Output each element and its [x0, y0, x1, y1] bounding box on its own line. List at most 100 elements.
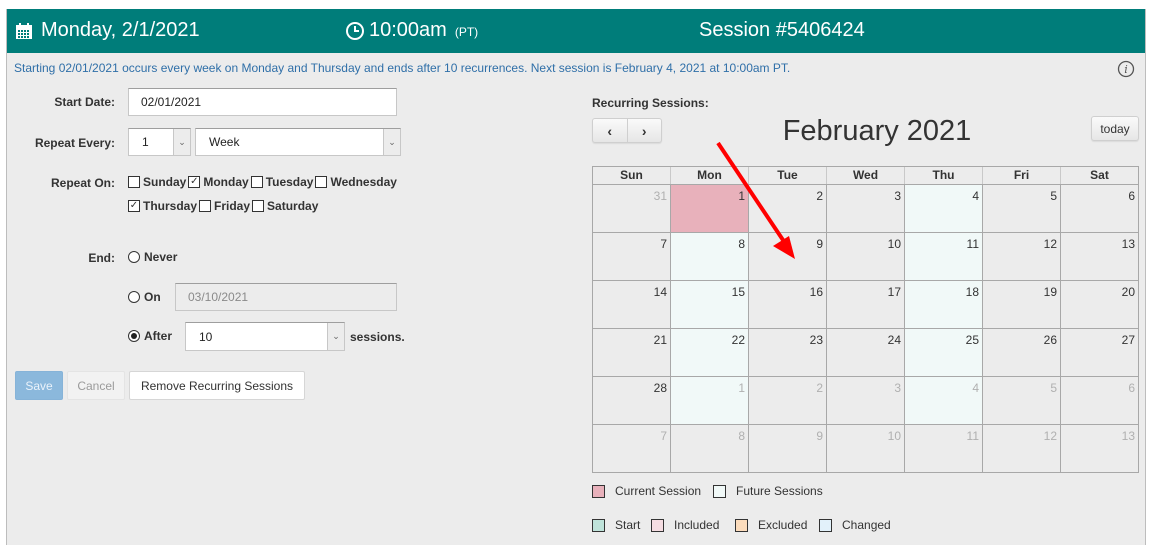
calendar-weeks: 31 1 2 3 4 5 6 7 8 9 10 11 12 13 14 15 16 17 18 19 20 21 22 23 2…: [593, 184, 1138, 472]
calendar-day[interactable]: 17: [826, 281, 904, 328]
weekday-header: Wed: [826, 167, 904, 184]
legend-label: Excluded: [758, 518, 808, 532]
calendar-day[interactable]: 19: [982, 281, 1060, 328]
calendar-day[interactable]: 10: [826, 233, 904, 280]
calendar-day[interactable]: 6: [1060, 185, 1138, 232]
repeat-on-row-2: ✓ Thursday Friday Saturday: [128, 199, 320, 213]
calendar-day-current-session[interactable]: 1: [670, 185, 748, 232]
checkbox-saturday[interactable]: Saturday: [252, 199, 318, 213]
legend-swatch: [713, 484, 726, 498]
calendar-day-future-session[interactable]: 1: [670, 377, 748, 424]
calendar-day[interactable]: 16: [748, 281, 826, 328]
calendar-day[interactable]: 31: [593, 185, 670, 232]
calendar-day[interactable]: 23: [748, 329, 826, 376]
calendar-day[interactable]: 9: [748, 425, 826, 472]
calendar-day[interactable]: 20: [1060, 281, 1138, 328]
calendar-day[interactable]: 8: [670, 425, 748, 472]
weekday-header: Mon: [670, 167, 748, 184]
end-after-count-select[interactable]: 10 ⌄: [185, 322, 345, 351]
checkbox-friday[interactable]: Friday: [199, 199, 250, 213]
calendar-day-future-session[interactable]: 4: [904, 377, 982, 424]
checkbox-label: Saturday: [267, 199, 319, 213]
calendar-day-future-session[interactable]: 25: [904, 329, 982, 376]
checkbox-checked-icon[interactable]: ✓: [188, 176, 201, 188]
legend-item-future-sessions: Future Sessions: [713, 484, 823, 498]
checkbox-monday[interactable]: ✓ Monday: [188, 175, 249, 189]
chevron-down-icon: ⌄: [173, 129, 190, 155]
checkbox-unchecked-icon[interactable]: [199, 200, 212, 212]
end-never-radio[interactable]: Never: [128, 250, 177, 264]
calendar-day-future-session[interactable]: 22: [670, 329, 748, 376]
calendar-day[interactable]: 13: [1060, 233, 1138, 280]
calendar-day[interactable]: 12: [982, 425, 1060, 472]
legend-item-current-session: Current Session: [592, 484, 701, 498]
start-date-label: Start Date:: [54, 95, 115, 109]
calendar-day[interactable]: 5: [982, 185, 1060, 232]
calendar-day[interactable]: 26: [982, 329, 1060, 376]
start-date-input[interactable]: 02/01/2021: [128, 88, 397, 116]
weekday-header: Thu: [904, 167, 982, 184]
prev-month-button[interactable]: ‹: [593, 119, 627, 142]
calendar-week-row: 7 8 9 10 11 12 13: [593, 424, 1138, 472]
end-after-radio[interactable]: After: [128, 329, 172, 343]
calendar-day[interactable]: 7: [593, 425, 670, 472]
calendar-day[interactable]: 27: [1060, 329, 1138, 376]
calendar-day[interactable]: 5: [982, 377, 1060, 424]
legend-swatch: [592, 518, 605, 532]
save-button[interactable]: Save: [15, 371, 63, 400]
session-date-text: Monday, 2/1/2021: [41, 19, 200, 41]
calendar-day[interactable]: 10: [826, 425, 904, 472]
calendar-day[interactable]: 21: [593, 329, 670, 376]
checkbox-tuesday[interactable]: Tuesday: [250, 175, 313, 189]
checkbox-unchecked-icon[interactable]: [252, 200, 265, 212]
calendar-day-future-session[interactable]: 15: [670, 281, 748, 328]
checkbox-checked-icon[interactable]: ✓: [128, 200, 140, 212]
end-after-count-value: 10: [199, 329, 213, 344]
calendar-day[interactable]: 7: [593, 233, 670, 280]
calendar-day[interactable]: 3: [826, 377, 904, 424]
calendar-day[interactable]: 6: [1060, 377, 1138, 424]
today-button[interactable]: today: [1091, 116, 1139, 141]
calendar-day[interactable]: 13: [1060, 425, 1138, 472]
end-label: End:: [88, 251, 115, 265]
calendar-day[interactable]: 24: [826, 329, 904, 376]
calendar-day[interactable]: 2: [748, 377, 826, 424]
repeat-every-unit-value: Week: [209, 135, 240, 149]
calendar-day[interactable]: 11: [904, 425, 982, 472]
checkbox-unchecked-icon[interactable]: [128, 176, 140, 188]
calendar-day-future-session[interactable]: 18: [904, 281, 982, 328]
calendar-day-future-session[interactable]: 8: [670, 233, 748, 280]
remove-recurring-sessions-button[interactable]: Remove Recurring Sessions: [129, 371, 305, 400]
radio-on-indicator[interactable]: [128, 291, 140, 303]
end-on-date-input[interactable]: 03/10/2021: [175, 283, 397, 311]
legend-label: Changed: [842, 518, 891, 532]
legend-item-included: Included: [651, 518, 719, 532]
checkbox-unchecked-icon[interactable]: [250, 176, 263, 188]
calendar-day[interactable]: 9: [748, 233, 826, 280]
calendar-day[interactable]: 28: [593, 377, 670, 424]
checkbox-thursday[interactable]: ✓ Thursday: [128, 199, 197, 213]
legend-item-excluded: Excluded: [735, 518, 807, 532]
checkbox-unchecked-icon[interactable]: [315, 176, 328, 188]
repeat-every-unit-select[interactable]: Week ⌄: [195, 128, 401, 156]
calendar-day[interactable]: 3: [826, 185, 904, 232]
checkbox-sunday[interactable]: Sunday: [128, 175, 186, 189]
calendar-day-future-session[interactable]: 11: [904, 233, 982, 280]
calendar-day-future-session[interactable]: 4: [904, 185, 982, 232]
calendar-day[interactable]: 12: [982, 233, 1060, 280]
radio-never-indicator[interactable]: [128, 251, 140, 263]
next-month-button[interactable]: ›: [626, 119, 662, 142]
legend-label: Future Sessions: [736, 484, 823, 498]
repeat-every-count-select[interactable]: 1 ⌄: [128, 128, 191, 156]
weekday-header: Tue: [748, 167, 826, 184]
info-icon[interactable]: i: [1117, 60, 1135, 78]
calendar-day[interactable]: 14: [593, 281, 670, 328]
checkbox-wednesday[interactable]: Wednesday: [315, 175, 397, 189]
end-after-label: After: [144, 329, 173, 343]
calendar-week-row: 7 8 9 10 11 12 13: [593, 232, 1138, 280]
legend-swatch: [651, 518, 664, 532]
calendar-day[interactable]: 2: [748, 185, 826, 232]
end-on-radio[interactable]: On: [128, 290, 161, 304]
cancel-button[interactable]: Cancel: [67, 371, 125, 400]
radio-after-indicator[interactable]: [128, 330, 140, 342]
